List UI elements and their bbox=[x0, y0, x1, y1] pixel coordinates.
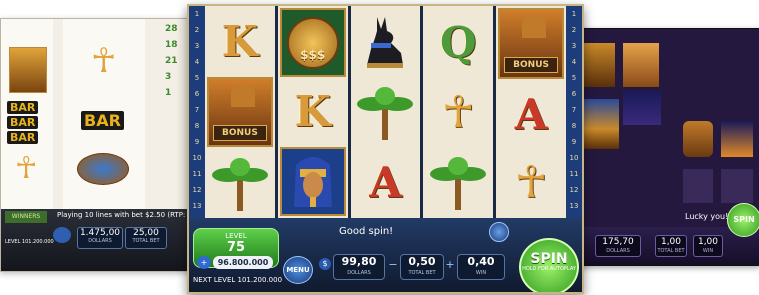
right-balance-box: 175,70 DOLLARS bbox=[595, 235, 641, 257]
left-reel-1: BAR BAR BAR ☥ bbox=[1, 19, 53, 229]
total-bet-box: 0,50 TOTAL BET bbox=[400, 254, 444, 280]
symbol-pharaoh bbox=[279, 146, 346, 216]
symbol-palm bbox=[425, 148, 491, 216]
left-reel-2: ☥ BAR bbox=[63, 19, 145, 229]
reel-3: A bbox=[350, 6, 421, 218]
left-game-screenshot: BAR BAR BAR ☥ ☥ BAR 28 18 21 3 1 WINNERS… bbox=[0, 18, 212, 272]
line-numbers-left: 1 2 3 4 5 6 7 8 9 10 11 12 13 bbox=[189, 6, 205, 218]
buy-coins-plus-button[interactable]: + bbox=[197, 256, 211, 269]
scarab-urn-symbol bbox=[683, 121, 713, 157]
reel-2: $$$ K bbox=[277, 6, 348, 218]
credits-box: 99,80 DOLLARS bbox=[333, 254, 385, 280]
promo-banner: WINNERS bbox=[5, 211, 47, 223]
ankh-icon: ☥ bbox=[91, 41, 117, 81]
bar-label: BAR bbox=[7, 101, 39, 114]
symbol-palm bbox=[353, 78, 419, 146]
right-bet-box: 1,00 TOTAL BET bbox=[655, 235, 687, 257]
symbol-coin: $$$ bbox=[279, 8, 346, 78]
scarab-symbol bbox=[77, 153, 129, 185]
sphinx-icon bbox=[231, 84, 255, 107]
lion-symbol bbox=[683, 169, 713, 203]
right-message: Lucky you! bbox=[685, 212, 729, 221]
spin-button[interactable]: SPIN HOLD FOR AUTOPLAY bbox=[519, 238, 579, 292]
symbol-bonus-sphinx: BONUS bbox=[498, 8, 564, 79]
reel-area: K BONUS $$$ K A Q ☥ BONUS A ☥ bbox=[205, 6, 566, 218]
pharaoh-icon bbox=[293, 157, 332, 208]
symbol-bonus-sphinx: BONUS bbox=[207, 76, 273, 148]
symbol-k: K bbox=[221, 16, 259, 66]
symbol-ankh: ☥ bbox=[425, 78, 491, 146]
left-bet-box: 25,00 TOTAL BET bbox=[125, 227, 167, 249]
symbol-anubis bbox=[353, 8, 419, 76]
bar-label: BAR bbox=[7, 116, 39, 129]
palm-tree-icon bbox=[430, 157, 487, 210]
bar-label: BAR bbox=[7, 131, 39, 144]
night-palm-symbol bbox=[623, 91, 661, 125]
triple-bar-symbol: BAR BAR BAR bbox=[7, 99, 39, 144]
left-balance-box: 1.475,00 DOLLARS bbox=[77, 227, 123, 249]
bird-symbol bbox=[721, 169, 753, 203]
control-bar: Good spin! LEVEL 75 96.800.000 + NEXT LE… bbox=[189, 218, 582, 292]
symbol-q: Q bbox=[439, 17, 477, 67]
coin-balance: 96.800.000 bbox=[213, 256, 273, 269]
palm-tree-icon bbox=[211, 157, 268, 211]
right-win-box: 1,00 WIN bbox=[693, 235, 723, 257]
bar-symbol: BAR bbox=[81, 111, 124, 130]
ankh-icon: ☥ bbox=[514, 157, 548, 209]
symbol-palm bbox=[207, 149, 273, 216]
sphinx-icon bbox=[522, 16, 547, 38]
reel-1: K BONUS bbox=[205, 6, 275, 218]
symbol-ankh: ☥ bbox=[498, 149, 564, 216]
coin-icon: $$$ bbox=[286, 16, 339, 69]
line-numbers-right: 1 2 3 4 5 6 7 8 9 10 11 12 13 bbox=[566, 6, 582, 218]
symbol-a: A bbox=[369, 157, 402, 207]
bonus-label: BONUS bbox=[504, 56, 558, 73]
pharaoh-symbol bbox=[9, 47, 47, 93]
right-spin-button[interactable]: SPIN bbox=[727, 203, 759, 237]
anubis-icon bbox=[367, 17, 404, 68]
dollar-icon: $ bbox=[319, 258, 331, 270]
desert-symbol bbox=[623, 43, 659, 87]
symbol-k: K bbox=[294, 87, 331, 137]
ankh-icon: ☥ bbox=[15, 151, 38, 186]
menu-button[interactable]: MENU bbox=[283, 256, 313, 284]
win-box: 0,40 WIN bbox=[457, 254, 505, 280]
statue-symbol bbox=[583, 43, 615, 87]
ankh-icon: ☥ bbox=[441, 86, 475, 138]
bet-plus-button[interactable]: + bbox=[445, 259, 455, 270]
pharaoh-mask-symbol bbox=[581, 99, 619, 149]
left-level-text: LEVEL 101.200.000 bbox=[5, 239, 54, 245]
right-game-screenshot: Lucky you! 175,70 DOLLARS 1,00 TOTAL BET… bbox=[570, 28, 759, 266]
reel-5: BONUS A ☥ bbox=[496, 6, 566, 218]
spin-message: Good spin! bbox=[339, 226, 394, 237]
bet-minus-button[interactable]: − bbox=[388, 259, 398, 270]
reel-4: Q ☥ bbox=[423, 6, 494, 218]
left-menu-button[interactable] bbox=[53, 227, 71, 243]
next-level-text: NEXT LEVEL 101.200.000 bbox=[193, 276, 283, 284]
left-bottom-bar: WINNERS Playing 10 lines with bet $2.50 … bbox=[1, 209, 211, 271]
status-text: Playing 10 lines with bet $2.50 (RTP: 12… bbox=[57, 211, 201, 219]
bonus-label: BONUS bbox=[213, 125, 267, 142]
sunset-palm-symbol bbox=[721, 121, 753, 157]
info-button[interactable] bbox=[489, 222, 509, 242]
symbol-a: A bbox=[514, 89, 548, 139]
main-game-screenshot: 1 2 3 4 5 6 7 8 9 10 11 12 13 1 2 3 4 5 6 7 8 9 10 11 12 13 K BO… bbox=[187, 4, 584, 294]
palm-tree-icon bbox=[357, 87, 414, 140]
